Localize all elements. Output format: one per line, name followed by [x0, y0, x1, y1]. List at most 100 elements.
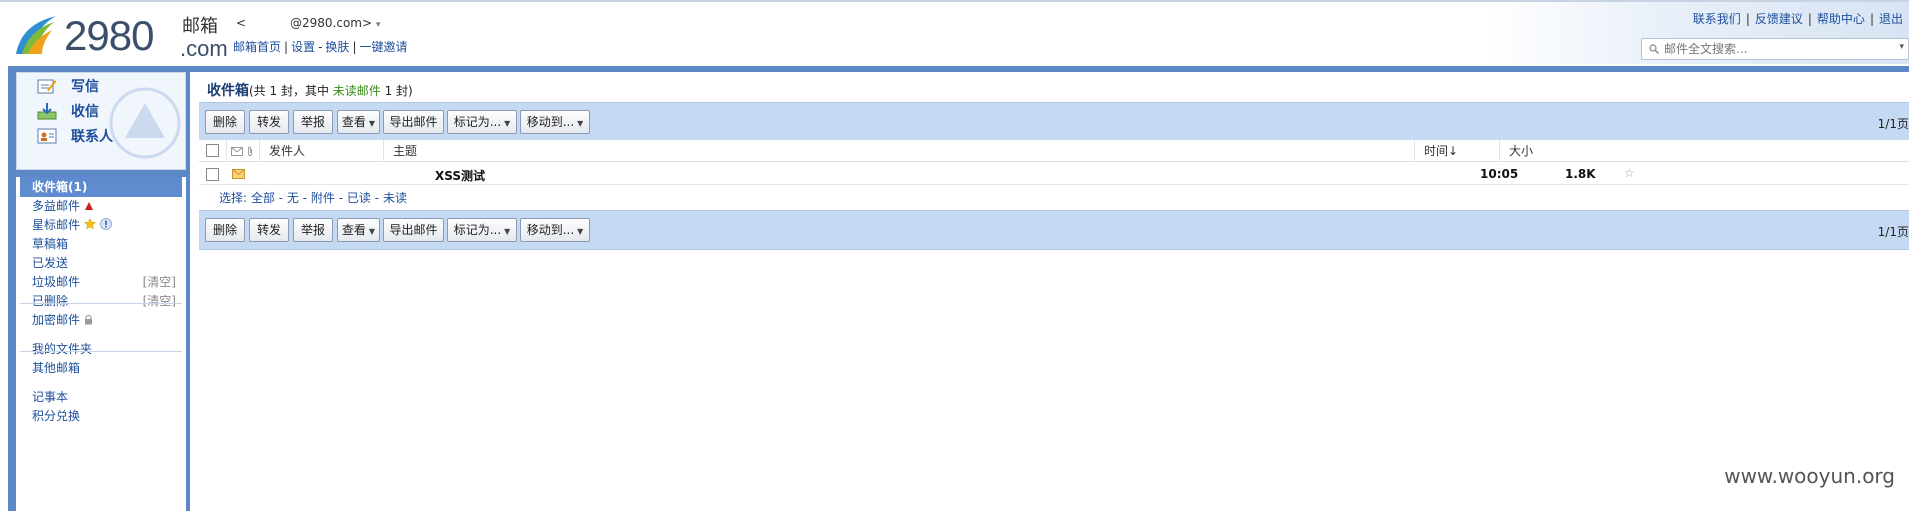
red-badge-icon — [84, 202, 93, 210]
folder-duoyi-mail[interactable]: 多益邮件 — [20, 196, 182, 216]
forward-button[interactable]: 转发 — [249, 218, 289, 242]
select-attachment-link[interactable]: 附件 — [311, 191, 335, 205]
link-feedback[interactable]: 反馈建议 — [1755, 12, 1803, 26]
folder-label: 记事本 — [32, 390, 69, 404]
chevron-down-icon[interactable]: ▾ — [376, 20, 381, 30]
folder-drafts[interactable]: 草稿箱 — [20, 234, 182, 254]
column-time[interactable]: 时间↓ — [1414, 140, 1499, 162]
link-help[interactable]: 帮助中心 — [1817, 12, 1865, 26]
folder-label: 已发送 — [32, 256, 69, 270]
receive-button[interactable]: 收信 — [37, 99, 99, 123]
search-input[interactable] — [1664, 41, 1864, 57]
folder-my-folders[interactable]: 我的文件夹 — [20, 339, 182, 359]
select-sep: - — [338, 191, 344, 205]
column-sender[interactable]: 发件人 — [259, 140, 383, 162]
link-settings[interactable]: 设置 — [291, 40, 315, 54]
envelope-icon — [231, 147, 243, 156]
contacts-icon — [37, 128, 57, 144]
move-to-dropdown[interactable]: 移动到... ▼ — [520, 218, 590, 242]
folder-label: 已删除 — [32, 294, 69, 308]
view-dropdown[interactable]: 查看 ▼ — [337, 110, 380, 134]
select-sep: - — [374, 191, 380, 205]
export-mail-button[interactable]: 导出邮件 — [383, 110, 444, 134]
button-label: 移动到... — [526, 115, 575, 129]
search-box[interactable]: ▾ — [1641, 38, 1909, 60]
delete-button[interactable]: 删除 — [205, 110, 245, 134]
move-to-dropdown[interactable]: 移动到... ▼ — [520, 110, 590, 134]
select-options: 选择: 全部 - 无 - 附件 - 已读 - 未读 — [219, 189, 407, 206]
folder-notepad[interactable]: 记事本 — [20, 387, 182, 407]
row-subject[interactable]: XSS测试 — [435, 167, 485, 184]
search-icon — [1649, 44, 1659, 54]
report-button[interactable]: 举报 — [293, 218, 333, 242]
select-all-link[interactable]: 全部 — [251, 191, 275, 205]
link-contact-us[interactable]: 联系我们 — [1693, 12, 1741, 26]
button-label: 查看 — [341, 223, 366, 237]
column-size[interactable]: 大小 — [1499, 140, 1579, 162]
folder-label: 积分兑换 — [32, 409, 81, 423]
user-account[interactable]: < @2980.com> ▾ — [236, 16, 380, 30]
button-label: 删除 — [212, 115, 237, 129]
forward-button[interactable]: 转发 — [249, 110, 289, 134]
row-checkbox[interactable] — [206, 168, 219, 181]
table-row[interactable]: XSS测试 10:05 1.8K ☆ — [199, 164, 1909, 185]
pager: 1/1页 — [1877, 225, 1909, 239]
contacts-label: 联系人 — [71, 129, 113, 145]
compose-button[interactable]: 写信 — [37, 74, 99, 98]
toolbar-top: 删除 转发 举报 查看 ▼ 导出邮件 标记为... ▼ 移动到... ▼ 1/1页 — [199, 102, 1909, 142]
folder-other-mailboxes[interactable]: 其他邮箱 — [20, 358, 182, 378]
top-right-links: 联系我们 | 反馈建议 | 帮助中心 | 退出 — [1693, 10, 1903, 27]
folder-encrypted[interactable]: 加密邮件 — [20, 310, 182, 330]
select-all-checkbox[interactable] — [206, 144, 219, 157]
link-invite[interactable]: 一键邀请 — [359, 40, 407, 54]
attachment-icon — [247, 146, 252, 156]
folder-inbox[interactable]: 收件箱(1) — [20, 177, 182, 197]
link-mail-home[interactable]: 邮箱首页 — [233, 40, 281, 54]
folder-label: 收件箱(1) — [32, 180, 88, 194]
column-subject[interactable]: 主题 — [383, 140, 1413, 162]
folder-sent[interactable]: 已发送 — [20, 253, 182, 273]
mark-as-dropdown[interactable]: 标记为... ▼ — [447, 110, 517, 134]
user-prefix: < — [236, 16, 247, 30]
select-sep: - — [278, 191, 284, 205]
button-label: 导出邮件 — [389, 115, 438, 129]
report-button[interactable]: 举报 — [293, 110, 333, 134]
folder-points-exchange[interactable]: 积分兑换 — [20, 406, 182, 426]
unread-mail-link[interactable]: 未读邮件 — [333, 84, 381, 98]
sidebar-divider — [20, 303, 182, 304]
logo[interactable]: 2980 邮箱 .com — [12, 12, 228, 60]
chevron-down-icon: ▼ — [504, 227, 511, 236]
select-none-link[interactable]: 无 — [287, 191, 299, 205]
button-label: 标记为... — [453, 223, 502, 237]
mark-as-dropdown[interactable]: 标记为... ▼ — [447, 218, 517, 242]
folder-starred[interactable]: 星标邮件 — [20, 215, 182, 235]
star-toggle-icon[interactable]: ☆ — [1624, 166, 1635, 180]
contacts-button[interactable]: 联系人 — [37, 124, 113, 148]
folder-deleted[interactable]: 已删除 [清空] — [20, 291, 182, 311]
star-icon — [83, 217, 96, 230]
user-email: @2980.com> — [290, 16, 373, 30]
button-label: 删除 — [212, 223, 237, 237]
empty-spam-link[interactable]: [清空] — [143, 272, 176, 292]
header-sep: - — [318, 40, 323, 54]
chevron-down-icon[interactable]: ▾ — [1899, 42, 1904, 52]
header-icons — [226, 140, 258, 162]
select-read-link[interactable]: 已读 — [347, 191, 371, 205]
mail-list-header: 发件人 主题 时间↓ 大小 — [199, 140, 1909, 162]
sidebar-quick-actions: 写信 收信 联系人 — [16, 72, 186, 170]
link-logout[interactable]: 退出 — [1879, 12, 1903, 26]
folder-label: 星标邮件 — [32, 218, 81, 232]
delete-button[interactable]: 删除 — [205, 218, 245, 242]
export-mail-button[interactable]: 导出邮件 — [383, 218, 444, 242]
link-change-skin[interactable]: 换肤 — [325, 40, 349, 54]
button-label: 标记为... — [453, 115, 502, 129]
receive-icon — [37, 103, 57, 120]
page-title: 收件箱 — [207, 83, 249, 99]
header-sep: | — [352, 40, 357, 54]
inbox-summary-suffix: 1 封) — [380, 84, 413, 98]
view-dropdown[interactable]: 查看 ▼ — [337, 218, 380, 242]
select-unread-link[interactable]: 未读 — [383, 191, 407, 205]
folder-spam[interactable]: 垃圾邮件 [清空] — [20, 272, 182, 292]
empty-deleted-link[interactable]: [清空] — [143, 291, 176, 311]
row-size: 1.8K — [1565, 167, 1596, 181]
